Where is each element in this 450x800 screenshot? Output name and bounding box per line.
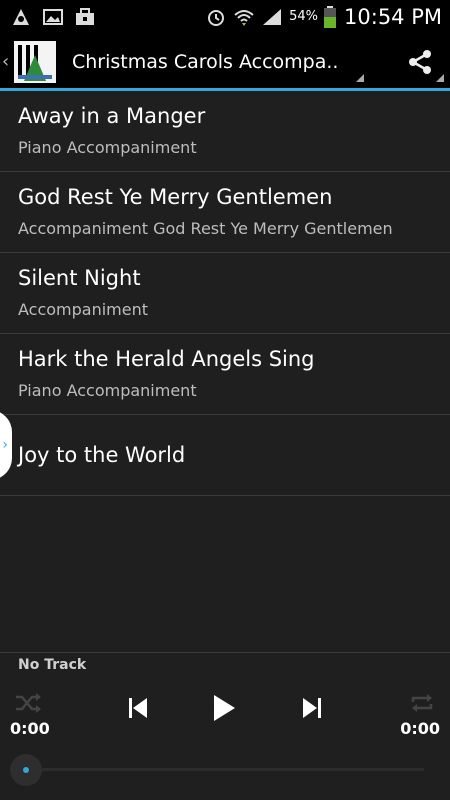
track-title: God Rest Ye Merry Gentlemen [18, 185, 333, 209]
title-spinner[interactable]: Christmas Carols Accompa.. [72, 33, 368, 90]
track-title: Hark the Herald Angels Sing [18, 347, 315, 371]
track-subtitle: Piano Accompaniment [18, 138, 197, 157]
seek-bar[interactable] [26, 768, 424, 771]
app-title: Christmas Carols Accompa.. [72, 50, 339, 73]
list-item[interactable]: Joy to the World [0, 415, 450, 496]
battery-percent: 54% [289, 9, 319, 24]
notification-icon [13, 8, 29, 25]
list-item[interactable]: Hark the Herald Angels Sing Piano Accomp… [0, 334, 450, 415]
player-divider [0, 652, 450, 653]
play-button[interactable] [208, 690, 240, 726]
track-subtitle: Accompaniment God Rest Ye Merry Gentleme… [18, 219, 393, 238]
image-icon [43, 8, 63, 25]
dropdown-indicator-icon [356, 74, 364, 82]
briefcase-icon [76, 7, 94, 25]
battery-icon [324, 5, 337, 28]
app-icon[interactable] [14, 40, 56, 83]
action-bar: ‹ Christmas Carols Accompa.. [0, 33, 450, 90]
skip-previous-icon [129, 698, 147, 718]
list-item[interactable]: Silent Night Accompaniment [0, 253, 450, 334]
alarm-icon [208, 9, 225, 26]
track-list: Away in a Manger Piano Accompaniment God… [0, 91, 450, 496]
track-title: Away in a Manger [18, 104, 206, 128]
clock: 10:54 PM [344, 4, 442, 29]
previous-button[interactable] [124, 694, 152, 722]
total-time: 0:00 [400, 719, 440, 738]
seek-handle[interactable] [10, 754, 42, 786]
repeat-icon [411, 694, 433, 712]
status-bar: 54% 10:54 PM [0, 0, 450, 33]
track-subtitle: Accompaniment [18, 300, 149, 319]
elapsed-time: 0:00 [10, 719, 50, 738]
now-playing-label: No Track [18, 657, 87, 673]
share-icon [409, 49, 431, 74]
overflow-indicator-icon [436, 74, 444, 82]
shuffle-icon [16, 693, 41, 713]
track-title: Silent Night [18, 266, 141, 290]
back-chevron-icon[interactable]: ‹ [2, 51, 12, 72]
shuffle-button[interactable] [12, 690, 44, 716]
track-title: Joy to the World [18, 443, 186, 467]
skip-next-icon [303, 698, 321, 718]
wifi-icon [234, 9, 254, 26]
list-item[interactable]: God Rest Ye Merry Gentlemen Accompanimen… [0, 172, 450, 253]
play-icon [214, 695, 235, 721]
list-item[interactable]: Away in a Manger Piano Accompaniment [0, 91, 450, 172]
next-button[interactable] [298, 694, 326, 722]
share-button[interactable] [390, 33, 450, 90]
signal-icon [263, 8, 282, 25]
track-subtitle: Piano Accompaniment [18, 381, 197, 400]
seek-dot [23, 767, 29, 773]
repeat-button[interactable] [406, 690, 438, 716]
chevron-right-icon: › [2, 437, 8, 453]
